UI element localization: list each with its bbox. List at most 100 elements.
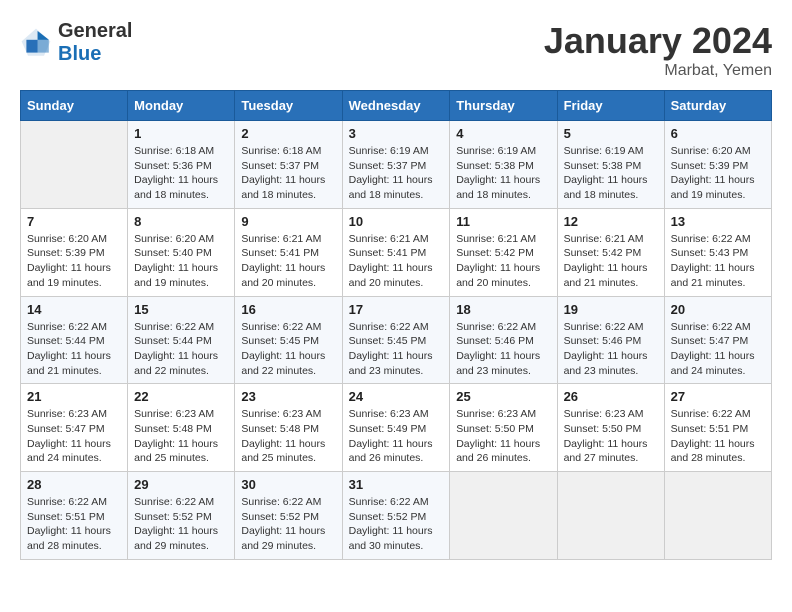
week-row-1: 1Sunrise: 6:18 AMSunset: 5:36 PMDaylight…	[21, 121, 772, 209]
week-row-4: 21 Sunrise: 6:23 AMSunset: 5:47 PMDayligh…	[21, 384, 772, 472]
day-info: Sunrise: 6:19 AMSunset: 5:37 PMDaylight:…	[349, 144, 444, 203]
day-number: 4	[456, 126, 550, 141]
calendar-cell	[664, 472, 771, 560]
calendar-cell: 3 Sunrise: 6:19 AMSunset: 5:37 PMDaylight…	[342, 121, 450, 209]
day-info: Sunrise: 6:22 AMSunset: 5:43 PMDaylight:…	[671, 232, 765, 291]
calendar-cell: 11Sunrise: 6:21 AMSunset: 5:42 PMDayligh…	[450, 208, 557, 296]
days-header-row: SundayMondayTuesdayWednesdayThursdayFrid…	[21, 91, 772, 121]
calendar-cell: 14 Sunrise: 6:22 AMSunset: 5:44 PMDayligh…	[21, 296, 128, 384]
day-number: 31	[349, 477, 444, 492]
week-row-5: 28 Sunrise: 6:22 AMSunset: 5:51 PMDayligh…	[21, 472, 772, 560]
day-number: 7	[27, 214, 121, 229]
calendar-cell: 20Sunrise: 6:22 AMSunset: 5:47 PMDayligh…	[664, 296, 771, 384]
day-info: Sunrise: 6:22 AMSunset: 5:47 PMDaylight:…	[671, 320, 765, 379]
day-number: 9	[241, 214, 335, 229]
day-info: Sunrise: 6:22 AMSunset: 5:44 PMDaylight:…	[134, 320, 228, 379]
day-number: 27	[671, 389, 765, 404]
week-row-2: 7 Sunrise: 6:20 AMSunset: 5:39 PMDaylight…	[21, 208, 772, 296]
day-number: 8	[134, 214, 228, 229]
calendar-cell: 27Sunrise: 6:22 AMSunset: 5:51 PMDayligh…	[664, 384, 771, 472]
day-info: Sunrise: 6:21 AMSunset: 5:42 PMDaylight:…	[456, 232, 550, 291]
day-info: Sunrise: 6:23 AMSunset: 5:47 PMDaylight:…	[27, 407, 121, 466]
day-info: Sunrise: 6:22 AMSunset: 5:52 PMDaylight:…	[349, 495, 444, 554]
calendar-cell: 25 Sunrise: 6:23 AMSunset: 5:50 PMDayligh…	[450, 384, 557, 472]
calendar-cell: 1Sunrise: 6:18 AMSunset: 5:36 PMDaylight…	[128, 121, 235, 209]
day-number: 17	[349, 302, 444, 317]
day-info: Sunrise: 6:22 AMSunset: 5:52 PMDaylight:…	[134, 495, 228, 554]
day-info: Sunrise: 6:20 AMSunset: 5:39 PMDaylight:…	[671, 144, 765, 203]
day-info: Sunrise: 6:22 AMSunset: 5:51 PMDaylight:…	[27, 495, 121, 554]
calendar-cell: 30Sunrise: 6:22 AMSunset: 5:52 PMDayligh…	[235, 472, 342, 560]
day-number: 12	[564, 214, 658, 229]
day-number: 10	[349, 214, 444, 229]
calendar-cell: 16Sunrise: 6:22 AMSunset: 5:45 PMDayligh…	[235, 296, 342, 384]
logo-blue: Blue	[58, 43, 101, 65]
day-number: 13	[671, 214, 765, 229]
calendar-location: Marbat, Yemen	[544, 62, 772, 80]
day-number: 16	[241, 302, 335, 317]
day-info: Sunrise: 6:19 AMSunset: 5:38 PMDaylight:…	[564, 144, 658, 203]
day-info: Sunrise: 6:19 AMSunset: 5:38 PMDaylight:…	[456, 144, 550, 203]
day-number: 23	[241, 389, 335, 404]
day-number: 24	[349, 389, 444, 404]
day-number: 5	[564, 126, 658, 141]
day-info: Sunrise: 6:23 AMSunset: 5:50 PMDaylight:…	[564, 407, 658, 466]
day-number: 25	[456, 389, 550, 404]
calendar-cell: 10Sunrise: 6:21 AMSunset: 5:41 PMDayligh…	[342, 208, 450, 296]
day-header-tuesday: Tuesday	[235, 91, 342, 121]
day-info: Sunrise: 6:21 AMSunset: 5:41 PMDaylight:…	[241, 232, 335, 291]
day-header-thursday: Thursday	[450, 91, 557, 121]
calendar-cell: 24Sunrise: 6:23 AMSunset: 5:49 PMDayligh…	[342, 384, 450, 472]
day-number: 22	[134, 389, 228, 404]
day-number: 19	[564, 302, 658, 317]
calendar-cell: 5 Sunrise: 6:19 AMSunset: 5:38 PMDaylight…	[557, 121, 664, 209]
day-info: Sunrise: 6:22 AMSunset: 5:45 PMDaylight:…	[349, 320, 444, 379]
day-number: 3	[349, 126, 444, 141]
calendar-cell: 31 Sunrise: 6:22 AMSunset: 5:52 PMDayligh…	[342, 472, 450, 560]
logo-icon	[20, 27, 52, 59]
calendar-cell: 22 Sunrise: 6:23 AMSunset: 5:48 PMDayligh…	[128, 384, 235, 472]
calendar-cell: 7 Sunrise: 6:20 AMSunset: 5:39 PMDaylight…	[21, 208, 128, 296]
calendar-cell	[557, 472, 664, 560]
day-info: Sunrise: 6:22 AMSunset: 5:46 PMDaylight:…	[456, 320, 550, 379]
day-number: 26	[564, 389, 658, 404]
calendar-cell: 8 Sunrise: 6:20 AMSunset: 5:40 PMDaylight…	[128, 208, 235, 296]
day-info: Sunrise: 6:20 AMSunset: 5:39 PMDaylight:…	[27, 232, 121, 291]
day-info: Sunrise: 6:22 AMSunset: 5:44 PMDaylight:…	[27, 320, 121, 379]
day-number: 29	[134, 477, 228, 492]
logo-general: General	[58, 20, 132, 42]
calendar-cell	[21, 121, 128, 209]
calendar-cell: 2 Sunrise: 6:18 AMSunset: 5:37 PMDaylight…	[235, 121, 342, 209]
calendar-cell: 9 Sunrise: 6:21 AMSunset: 5:41 PMDaylight…	[235, 208, 342, 296]
day-number: 28	[27, 477, 121, 492]
day-header-monday: Monday	[128, 91, 235, 121]
day-number: 30	[241, 477, 335, 492]
day-number: 6	[671, 126, 765, 141]
day-number: 21	[27, 389, 121, 404]
calendar-cell: 12 Sunrise: 6:21 AMSunset: 5:42 PMDayligh…	[557, 208, 664, 296]
day-number: 15	[134, 302, 228, 317]
day-header-friday: Friday	[557, 91, 664, 121]
logo: General Blue	[20, 20, 132, 66]
day-info: Sunrise: 6:23 AMSunset: 5:50 PMDaylight:…	[456, 407, 550, 466]
day-info: Sunrise: 6:21 AMSunset: 5:42 PMDaylight:…	[564, 232, 658, 291]
day-info: Sunrise: 6:23 AMSunset: 5:48 PMDaylight:…	[134, 407, 228, 466]
calendar-cell: 23 Sunrise: 6:23 AMSunset: 5:48 PMDayligh…	[235, 384, 342, 472]
calendar-cell: 17 Sunrise: 6:22 AMSunset: 5:45 PMDayligh…	[342, 296, 450, 384]
calendar-cell: 13 Sunrise: 6:22 AMSunset: 5:43 PMDayligh…	[664, 208, 771, 296]
calendar-cell: 29 Sunrise: 6:22 AMSunset: 5:52 PMDayligh…	[128, 472, 235, 560]
day-number: 14	[27, 302, 121, 317]
calendar-cell: 26 Sunrise: 6:23 AMSunset: 5:50 PMDayligh…	[557, 384, 664, 472]
calendar-cell: 6 Sunrise: 6:20 AMSunset: 5:39 PMDaylight…	[664, 121, 771, 209]
calendar-cell: 4 Sunrise: 6:19 AMSunset: 5:38 PMDaylight…	[450, 121, 557, 209]
calendar-cell	[450, 472, 557, 560]
day-number: 2	[241, 126, 335, 141]
day-number: 1	[134, 126, 228, 141]
calendar-cell: 19Sunrise: 6:22 AMSunset: 5:46 PMDayligh…	[557, 296, 664, 384]
day-info: Sunrise: 6:18 AMSunset: 5:37 PMDaylight:…	[241, 144, 335, 203]
calendar-cell: 15 Sunrise: 6:22 AMSunset: 5:44 PMDayligh…	[128, 296, 235, 384]
calendar-cell: 21 Sunrise: 6:23 AMSunset: 5:47 PMDayligh…	[21, 384, 128, 472]
day-header-saturday: Saturday	[664, 91, 771, 121]
day-info: Sunrise: 6:23 AMSunset: 5:48 PMDaylight:…	[241, 407, 335, 466]
day-info: Sunrise: 6:20 AMSunset: 5:40 PMDaylight:…	[134, 232, 228, 291]
